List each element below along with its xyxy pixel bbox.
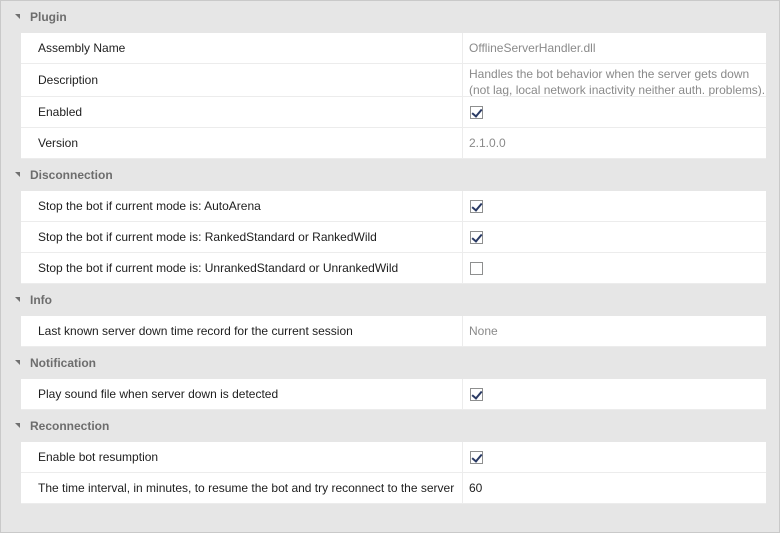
property-name: The time interval, in minutes, to resume… [21, 473, 463, 503]
category-info[interactable]: Info [1, 284, 779, 316]
category-title: Disconnection [30, 168, 113, 182]
collapse-arrow-icon[interactable] [15, 359, 20, 365]
property-stop-unranked[interactable]: Stop the bot if current mode is: Unranke… [21, 253, 766, 284]
category-plugin[interactable]: Plugin [1, 1, 779, 33]
stop-autoarena-checkbox[interactable] [470, 199, 483, 213]
property-name: Version [21, 128, 463, 158]
property-name: Stop the bot if current mode is: AutoAre… [21, 191, 463, 221]
enable-resumption-checkbox[interactable] [470, 450, 483, 464]
property-time-interval[interactable]: The time interval, in minutes, to resume… [21, 473, 766, 504]
property-last-down-time[interactable]: Last known server down time record for t… [21, 316, 766, 347]
property-name: Stop the bot if current mode is: RankedS… [21, 222, 463, 252]
collapse-arrow-icon[interactable] [15, 13, 20, 19]
property-name: Assembly Name [21, 33, 463, 63]
property-value: Handles the bot behavior when the server… [469, 67, 766, 96]
category-title: Reconnection [30, 419, 110, 433]
property-name: Stop the bot if current mode is: Unranke… [21, 253, 463, 283]
property-description[interactable]: Description Handles the bot behavior whe… [21, 64, 766, 97]
property-name: Play sound file when server down is dete… [21, 379, 463, 409]
property-name: Enable bot resumption [21, 442, 463, 472]
property-play-sound[interactable]: Play sound file when server down is dete… [21, 379, 766, 410]
category-title: Notification [30, 356, 96, 370]
stop-unranked-checkbox[interactable] [470, 261, 483, 275]
category-reconnection[interactable]: Reconnection [1, 410, 779, 442]
property-stop-ranked[interactable]: Stop the bot if current mode is: RankedS… [21, 222, 766, 253]
property-value: None [469, 324, 498, 338]
enabled-checkbox[interactable] [470, 105, 483, 119]
property-name: Last known server down time record for t… [21, 316, 463, 346]
collapse-arrow-icon[interactable] [15, 422, 20, 428]
stop-ranked-checkbox[interactable] [470, 230, 483, 244]
property-value: OfflineServerHandler.dll [469, 41, 596, 55]
category-title: Info [30, 293, 52, 307]
property-name: Enabled [21, 97, 463, 127]
property-stop-autoarena[interactable]: Stop the bot if current mode is: AutoAre… [21, 191, 766, 222]
play-sound-checkbox[interactable] [470, 387, 483, 401]
property-value: 2.1.0.0 [469, 136, 506, 150]
property-enabled[interactable]: Enabled [21, 97, 766, 128]
property-assembly-name[interactable]: Assembly Name OfflineServerHandler.dll [21, 33, 766, 64]
property-version[interactable]: Version 2.1.0.0 [21, 128, 766, 159]
property-enable-resumption[interactable]: Enable bot resumption [21, 442, 766, 473]
category-title: Plugin [30, 10, 67, 24]
time-interval-value[interactable]: 60 [463, 473, 766, 503]
category-notification[interactable]: Notification [1, 347, 779, 379]
collapse-arrow-icon[interactable] [15, 171, 20, 177]
category-disconnection[interactable]: Disconnection [1, 159, 779, 191]
property-name: Description [21, 64, 463, 96]
collapse-arrow-icon[interactable] [15, 296, 20, 302]
property-grid: Plugin Assembly Name OfflineServerHandle… [0, 0, 780, 533]
